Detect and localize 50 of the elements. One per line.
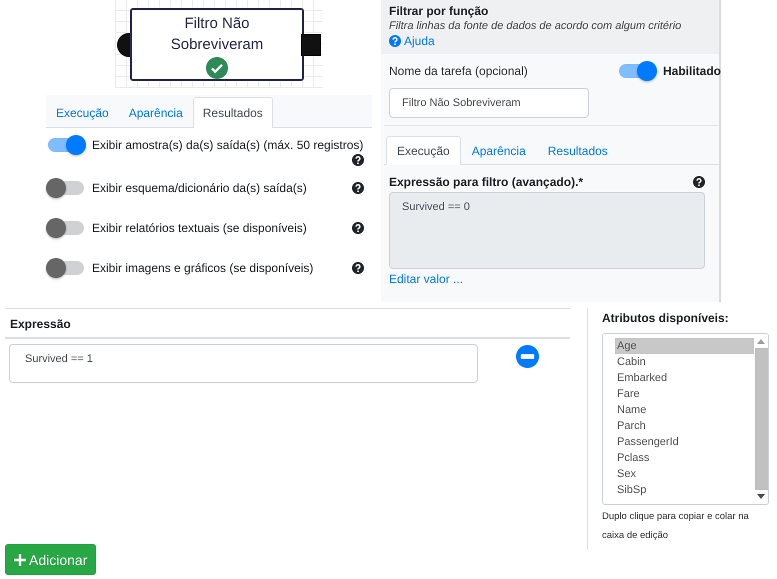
toggle-label: Exibir imagens e gráficos (se disponíveis) [92, 261, 314, 275]
help-icon[interactable] [352, 182, 364, 194]
tab[interactable]: Aparência [460, 136, 537, 165]
field-label: Expressão para filtro (avançado).* [389, 175, 584, 189]
tab[interactable]: Execução [386, 136, 461, 165]
hint-text: Duplo clique para copiar e colar na caixa de edição [602, 510, 750, 543]
field-label: Nome da tarefa (opcional) [389, 64, 529, 78]
help-icon[interactable] [693, 176, 705, 188]
attribute-item[interactable]: Parch [615, 418, 754, 434]
scroll-down-icon[interactable] [757, 494, 765, 499]
task-name-field[interactable]: Filtro Não Sobreviveram [389, 88, 589, 118]
tab[interactable]: Resultados [192, 97, 273, 128]
help-icon [389, 35, 401, 47]
help-icon[interactable] [352, 222, 364, 234]
remove-icon[interactable] [516, 345, 539, 368]
toggle-switch[interactable] [48, 138, 84, 152]
attribute-item[interactable]: Embarked [615, 370, 754, 386]
column-header: Expressão [5, 308, 570, 339]
attributes-title: Atributos disponíveis: [602, 311, 730, 325]
plus-icon [14, 554, 26, 566]
toggle-label: Exibir amostra(s) da(s) saída(s) (máx. 50 registros) [92, 138, 364, 152]
attribute-item[interactable]: Age [615, 338, 754, 354]
help-icon[interactable] [352, 154, 364, 166]
edit-value-link[interactable]: Editar valor ... [389, 272, 464, 286]
attribute-item[interactable]: PassengerId [615, 434, 754, 450]
task-node[interactable]: Filtro Não Sobreviveram [130, 8, 304, 81]
toggle-switch[interactable] [48, 221, 84, 235]
attribute-item[interactable]: Pclass [615, 450, 754, 466]
input-port[interactable] [117, 33, 130, 57]
toggle-switch[interactable] [619, 64, 655, 78]
attribute-item[interactable]: SibSp [615, 482, 754, 498]
attribute-item[interactable]: Name [615, 402, 754, 418]
toggle-switch[interactable] [48, 261, 84, 275]
tab[interactable]: Execução [46, 97, 119, 128]
expression-field[interactable]: Survived == 0 [389, 192, 705, 269]
tab[interactable]: Resultados [536, 136, 619, 165]
attribute-item[interactable]: Fare [615, 386, 754, 402]
panel-title: Filtrar por função [389, 4, 490, 18]
node-title: Filtro Não Sobreviveram [170, 14, 264, 55]
toggle-label: Habilitado [663, 64, 719, 78]
expression-field[interactable]: Survived == 1 [9, 344, 478, 383]
panel-description: Filtra linhas da fonte de dados de acordo com algum critério [389, 20, 682, 32]
attribute-item[interactable]: Sex [615, 466, 754, 482]
attribute-item[interactable]: Cabin [615, 354, 754, 370]
toggle-switch[interactable] [48, 181, 84, 195]
scroll-up-icon[interactable] [757, 339, 765, 344]
toggle-label: Exibir relatórios textuais (se disponíveis) [92, 221, 307, 235]
toggle-label: Exibir esquema/dicionário da(s) saída(s) [92, 181, 307, 195]
help-icon[interactable] [352, 262, 364, 274]
tab[interactable]: Aparência [118, 97, 193, 128]
